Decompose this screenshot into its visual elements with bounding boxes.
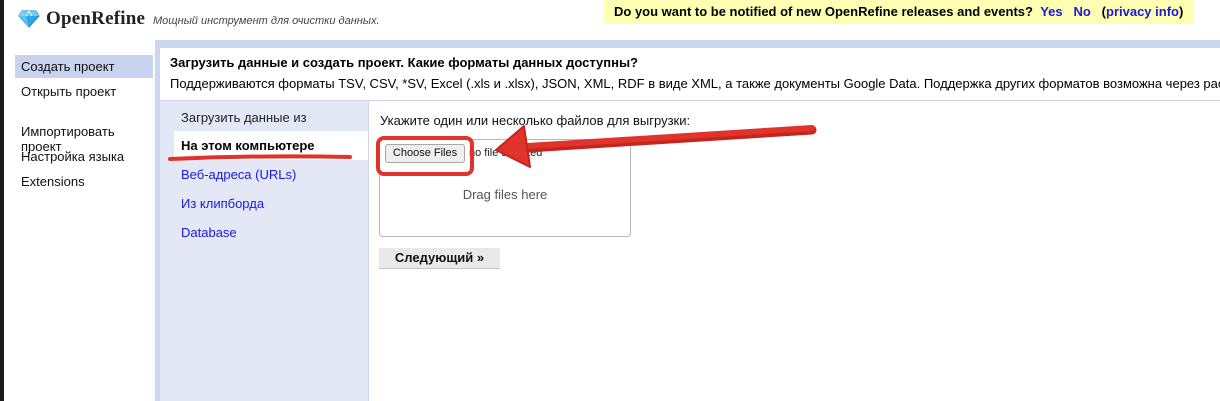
sidebar-item-label: Создать проект <box>21 59 115 74</box>
sidebar-item-import-project[interactable]: Импортировать проект <box>15 109 153 154</box>
notify-close-paren: ) <box>1178 4 1184 19</box>
privacy-info-link[interactable]: privacy info <box>1106 4 1179 19</box>
main-header: Загрузить данные и создать проект. Какие… <box>160 48 1220 100</box>
page-title: Загрузить данные и создать проект. Какие… <box>170 55 638 70</box>
sidebar-item-open-project[interactable]: Открыть проект <box>15 84 153 99</box>
sidebar-item-extensions[interactable]: Extensions <box>15 174 153 189</box>
sidebar-item-label: Extensions <box>21 174 85 189</box>
source-tab-web-addresses[interactable]: Веб-адреса (URLs) <box>181 167 296 182</box>
sidebar-item-language-settings[interactable]: Настройка языка <box>15 149 153 164</box>
notify-no-link[interactable]: No <box>1073 4 1090 19</box>
sidebar-item-label: Открыть проект <box>21 84 117 99</box>
data-source-heading: Загрузить данные из <box>181 110 307 125</box>
no-file-selected-text: no file selected <box>469 147 543 159</box>
notification-banner: Do you want to be notified of new OpenRe… <box>604 0 1194 24</box>
sidebar-item-label: Настройка языка <box>21 149 125 164</box>
window-edge <box>0 0 4 401</box>
source-tab-this-computer-label: На этом компьютере <box>181 138 315 153</box>
formats-description: Поддерживаются форматы TSV, CSV, *SV, Ex… <box>170 76 1220 91</box>
source-tab-clipboard[interactable]: Из клипборда <box>181 196 264 211</box>
upload-prompt: Укажите один или несколько файлов для вы… <box>380 113 691 128</box>
app-logo[interactable]: OpenRefine <box>18 8 145 30</box>
sidebar-item-create-project[interactable]: Создать проект <box>15 55 153 78</box>
drag-files-hint: Drag files here <box>462 187 548 202</box>
notify-question: Do you want to be notified of new OpenRe… <box>614 4 1033 19</box>
app-name: OpenRefine <box>46 8 146 29</box>
diamond-icon <box>18 10 40 28</box>
source-tab-database[interactable]: Database <box>181 225 237 240</box>
notify-yes-link[interactable]: Yes <box>1040 4 1062 19</box>
choose-files-button[interactable]: Choose Files <box>385 144 465 163</box>
next-button[interactable]: Следующий » <box>379 248 500 269</box>
tagline: Мощный инструмент для очистки данных. <box>153 15 380 27</box>
